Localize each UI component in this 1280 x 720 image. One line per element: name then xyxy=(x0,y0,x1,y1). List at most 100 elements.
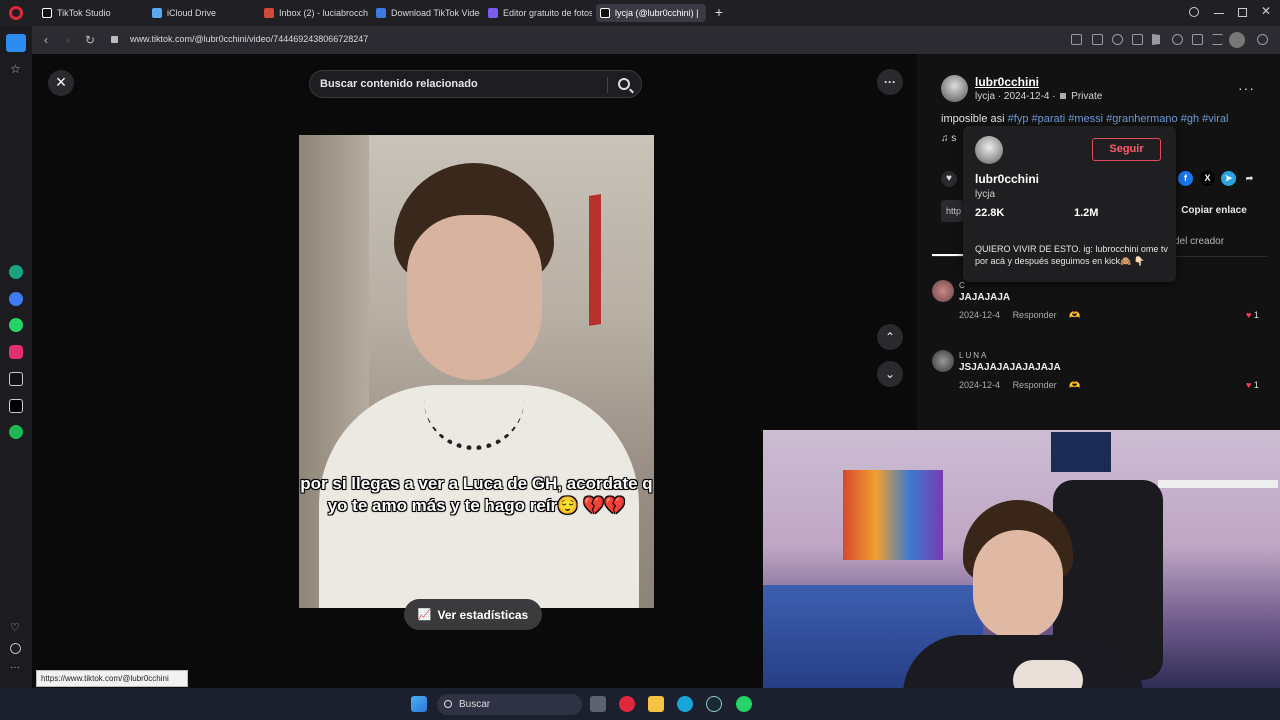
copy-link-button[interactable]: Copiar enlace xyxy=(1176,202,1252,220)
shield-icon[interactable] xyxy=(1112,34,1123,45)
post-date: 2024-12-4 xyxy=(1003,91,1050,102)
video-caption: por si llegas a ver a Luca de GH, acorda… xyxy=(300,474,653,515)
video-frame-decor xyxy=(589,194,601,326)
reply-button[interactable]: Responder xyxy=(1013,310,1057,320)
lock-small-icon xyxy=(1060,93,1067,99)
hashtag[interactable]: #fyp xyxy=(1008,113,1029,125)
share-arrow-icon[interactable]: ➦ xyxy=(1242,171,1257,186)
profile-avatar[interactable] xyxy=(1229,32,1245,48)
star-icon[interactable]: ☆ xyxy=(10,62,21,76)
hashtag[interactable]: #granhermano xyxy=(1106,113,1178,125)
search-icon[interactable] xyxy=(618,78,630,90)
hashtag[interactable]: #messi xyxy=(1068,113,1103,125)
x-share-icon[interactable]: X xyxy=(1200,171,1215,186)
close-button[interactable]: × xyxy=(48,70,74,96)
view-stats-button[interactable]: 📈 Ver estadísticas xyxy=(404,599,542,630)
view-stats-label: Ver estadísticas xyxy=(437,607,529,622)
hashtag[interactable]: #gh xyxy=(1181,113,1199,125)
webcam-overlay xyxy=(763,430,1280,688)
home-icon[interactable] xyxy=(6,34,26,52)
popover-username[interactable]: lubr0cchini xyxy=(975,172,1039,186)
edit-icon[interactable] xyxy=(1071,34,1082,45)
forward-icon[interactable]: › xyxy=(60,32,76,48)
download-icon xyxy=(376,8,386,18)
play-icon[interactable] xyxy=(1152,34,1163,45)
webcam-person-face xyxy=(973,530,1063,640)
settings-icon[interactable] xyxy=(1257,34,1268,45)
opera-taskbar-icon[interactable] xyxy=(619,696,635,712)
editor-icon xyxy=(488,8,498,18)
heart-icon[interactable] xyxy=(1172,34,1183,45)
url-field[interactable]: www.tiktok.com/@lubr0cchini/video/744469… xyxy=(130,34,368,44)
camera-icon[interactable] xyxy=(1092,34,1103,45)
instagram-icon[interactable] xyxy=(9,345,23,359)
tab-tiktok-video[interactable]: lycja (@lubr0cchini) | xyxy=(596,4,706,22)
mail-icon xyxy=(264,8,274,18)
comment-avatar[interactable] xyxy=(932,350,954,372)
author-username[interactable]: lubr0cchini xyxy=(975,75,1039,89)
more-options-button[interactable]: ··· xyxy=(877,69,903,95)
tiktok-icon xyxy=(42,8,52,18)
spotify-icon[interactable] xyxy=(9,425,23,439)
windows-start-icon[interactable] xyxy=(411,696,427,712)
close-window-icon[interactable]: ✕ xyxy=(1261,4,1271,18)
opera-logo-icon[interactable] xyxy=(9,6,23,20)
whatsapp-taskbar-icon[interactable] xyxy=(736,696,752,712)
facebook-icon[interactable]: f xyxy=(1178,171,1193,186)
tiktok-sidebar-icon[interactable] xyxy=(9,372,23,386)
comment-author[interactable]: C xyxy=(959,281,967,290)
plus-icon[interactable]: + xyxy=(712,5,726,19)
hashtag[interactable]: #parati xyxy=(1032,113,1066,125)
search-box[interactable]: Buscar contenido relacionado xyxy=(309,70,642,98)
heart-sidebar-icon[interactable]: ♡ xyxy=(10,621,20,634)
comment-text: JSJAJAJAJAJAJAJA xyxy=(959,362,1061,373)
link-field[interactable]: http xyxy=(941,200,963,222)
taskbar-search[interactable]: Buscar xyxy=(437,694,582,715)
comment-meta: 2024-12-4 Responder 🫶 xyxy=(959,310,1090,321)
hashtag[interactable]: #viral xyxy=(1202,113,1228,125)
tab-photo-editor[interactable]: Editor gratuito de fotos c xyxy=(484,4,592,22)
whatsapp-icon[interactable] xyxy=(9,318,23,332)
comment-like[interactable]: ♥ 1 xyxy=(1246,310,1259,320)
tab-download-tiktok[interactable]: Download TikTok Videos xyxy=(372,4,480,22)
comment-like[interactable]: ♥ 1 xyxy=(1246,380,1259,390)
steam-icon[interactable] xyxy=(706,696,722,712)
messenger-icon[interactable] xyxy=(9,292,23,306)
minimize-icon[interactable] xyxy=(1214,13,1224,14)
tab-creator-videos[interactable]: del creador xyxy=(1174,236,1224,247)
more-sidebar-icon[interactable]: ··· xyxy=(10,662,20,673)
comment-author[interactable]: LUNA xyxy=(959,351,988,360)
comment-like-count: 1 xyxy=(1253,310,1259,320)
previous-video-button[interactable]: ⌃ xyxy=(877,324,903,350)
history-icon[interactable] xyxy=(10,643,21,654)
reply-button[interactable]: Responder xyxy=(1013,380,1057,390)
video-player[interactable]: por si llegas a ver a Luca de GH, acorda… xyxy=(299,135,654,608)
maximize-icon[interactable] xyxy=(1238,8,1247,17)
chatgpt-icon[interactable] xyxy=(9,265,23,279)
chart-icon: 📈 xyxy=(417,609,432,621)
browser-sidebar: ☆ ♡ ··· xyxy=(0,26,32,688)
more-icon[interactable]: ··· xyxy=(1238,80,1255,96)
download-manager-icon[interactable] xyxy=(1192,34,1203,45)
popover-avatar[interactable] xyxy=(975,136,1003,164)
edge-icon[interactable] xyxy=(677,696,693,712)
menu-icon[interactable] xyxy=(1212,34,1223,45)
music-label[interactable]: ♫ s xyxy=(941,133,956,144)
file-explorer-icon[interactable] xyxy=(648,696,664,712)
comment-avatar[interactable] xyxy=(932,280,954,302)
tab-icloud-drive[interactable]: iCloud Drive xyxy=(148,4,256,22)
task-view-icon[interactable] xyxy=(590,696,606,712)
extension-icon[interactable] xyxy=(1132,34,1143,45)
follow-button[interactable]: Seguir xyxy=(1092,138,1161,161)
avatar[interactable] xyxy=(941,75,968,102)
reload-icon[interactable]: ↻ xyxy=(82,32,98,48)
back-icon[interactable]: ‹ xyxy=(38,32,54,48)
tab-inbox[interactable]: Inbox (2) - luciabrocchini4 xyxy=(260,4,368,22)
x-icon[interactable] xyxy=(9,399,23,413)
search-tabs-icon[interactable] xyxy=(1189,7,1199,17)
search-input[interactable]: Buscar contenido relacionado xyxy=(320,78,478,90)
like-icon[interactable]: ♥ xyxy=(941,171,957,187)
telegram-icon[interactable]: ➤ xyxy=(1221,171,1236,186)
next-video-button[interactable]: ⌄ xyxy=(877,361,903,387)
tab-tiktok-studio[interactable]: TikTok Studio xyxy=(38,4,142,22)
